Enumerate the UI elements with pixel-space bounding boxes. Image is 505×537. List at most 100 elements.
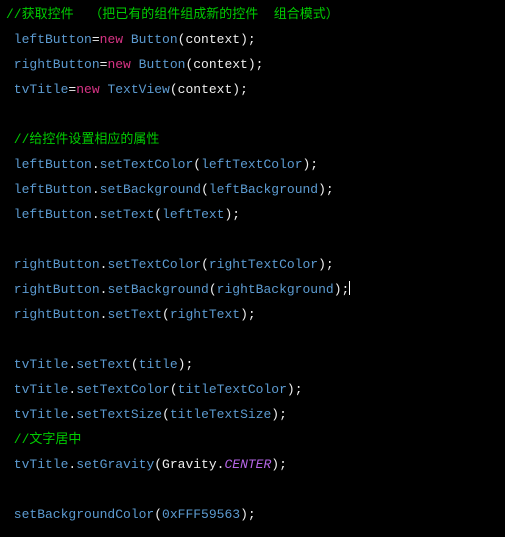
- code-token: (Gravity.: [154, 457, 224, 472]
- code-line: tvTitle.setTextColor(titleTextColor);: [6, 377, 505, 402]
- code-token: tvTitle: [6, 457, 68, 472]
- code-token: );: [271, 407, 287, 422]
- code-token: );: [287, 382, 303, 397]
- code-token: (: [209, 282, 217, 297]
- code-token: tvTitle: [6, 407, 68, 422]
- code-token: (: [131, 357, 139, 372]
- code-token: 0xFFF59563: [162, 507, 240, 522]
- code-token: //文字居中: [6, 432, 81, 447]
- code-token: leftTextColor: [201, 157, 302, 172]
- code-token: .: [92, 207, 100, 222]
- code-token: leftButton: [6, 207, 92, 222]
- code-line: setBackgroundColor(0xFFF59563);: [6, 502, 505, 527]
- code-token: (context);: [170, 82, 248, 97]
- code-line: //获取控件 （把已有的组件组成新的控件 组合模式）: [6, 2, 505, 27]
- code-token: rightButton: [6, 307, 100, 322]
- code-token: rightButton: [6, 282, 100, 297]
- code-token: );: [318, 257, 334, 272]
- code-token: rightButton: [6, 257, 100, 272]
- code-token: rightText: [170, 307, 240, 322]
- code-token: new: [107, 57, 130, 72]
- code-token: tvTitle: [6, 82, 68, 97]
- code-line: tvTitle.setText(title);: [6, 352, 505, 377]
- code-token: );: [240, 507, 256, 522]
- code-token: (: [162, 307, 170, 322]
- code-token: (: [170, 382, 178, 397]
- code-token: new: [100, 32, 123, 47]
- code-token: Button: [123, 32, 178, 47]
- code-token: [6, 107, 14, 122]
- code-line: tvTitle=new TextView(context);: [6, 77, 505, 102]
- code-token: );: [303, 157, 319, 172]
- code-token: rightTextColor: [209, 257, 318, 272]
- code-line: [6, 327, 505, 352]
- code-token: .: [92, 157, 100, 172]
- code-token: title: [139, 357, 178, 372]
- code-line: rightButton.setTextColor(rightTextColor)…: [6, 252, 505, 277]
- code-token: );: [240, 307, 256, 322]
- code-token: tvTitle: [6, 382, 68, 397]
- code-token: );: [318, 182, 334, 197]
- code-line: [6, 102, 505, 127]
- code-token: leftBackground: [209, 182, 318, 197]
- code-token: setTextColor: [107, 257, 201, 272]
- code-token: (context);: [185, 57, 263, 72]
- code-token: setText: [100, 207, 155, 222]
- code-token: [6, 332, 14, 347]
- code-line: rightButton=new Button(context);: [6, 52, 505, 77]
- code-token: new: [76, 82, 99, 97]
- code-token: );: [271, 457, 287, 472]
- code-token: titleTextSize: [170, 407, 271, 422]
- code-token: setBackground: [100, 182, 201, 197]
- code-token: (: [193, 157, 201, 172]
- code-token: );: [224, 207, 240, 222]
- code-line: leftButton.setBackground(leftBackground)…: [6, 177, 505, 202]
- code-line: [6, 227, 505, 252]
- code-token: //获取控件 （把已有的组件组成新的控件 组合模式）: [6, 7, 339, 22]
- code-token: [6, 232, 14, 247]
- code-line: //给控件设置相应的属性: [6, 127, 505, 152]
- code-token: setTextColor: [76, 382, 170, 397]
- code-token: setBackground: [107, 282, 208, 297]
- code-token: (: [154, 507, 162, 522]
- code-token: leftButton: [6, 32, 92, 47]
- code-token: setTextSize: [76, 407, 162, 422]
- code-line: tvTitle.setGravity(Gravity.CENTER);: [6, 452, 505, 477]
- code-line: //文字居中: [6, 427, 505, 452]
- code-token: setBackgroundColor: [6, 507, 154, 522]
- code-token: Button: [131, 57, 186, 72]
- code-token: setText: [76, 357, 131, 372]
- code-token: (: [154, 207, 162, 222]
- code-line: leftButton=new Button(context);: [6, 27, 505, 52]
- code-token: .: [92, 182, 100, 197]
- code-token: CENTER: [224, 457, 271, 472]
- code-token: [6, 482, 14, 497]
- code-token: );: [334, 282, 350, 297]
- code-token: //给控件设置相应的属性: [6, 132, 159, 147]
- code-token: tvTitle: [6, 357, 68, 372]
- code-token: =: [92, 32, 100, 47]
- code-line: rightButton.setBackground(rightBackgroun…: [6, 277, 505, 302]
- code-line: tvTitle.setTextSize(titleTextSize);: [6, 402, 505, 427]
- code-token: (context);: [178, 32, 256, 47]
- code-line: rightButton.setText(rightText);: [6, 302, 505, 327]
- code-token: leftButton: [6, 157, 92, 172]
- code-token: TextView: [100, 82, 170, 97]
- code-token: titleTextColor: [178, 382, 287, 397]
- code-token: leftText: [162, 207, 224, 222]
- code-line: [6, 477, 505, 502]
- code-token: (: [201, 182, 209, 197]
- code-editor[interactable]: //获取控件 （把已有的组件组成新的控件 组合模式） leftButton=ne…: [0, 0, 505, 527]
- code-token: leftButton: [6, 182, 92, 197]
- text-caret-icon: [349, 281, 350, 295]
- code-token: );: [178, 357, 194, 372]
- code-token: setText: [107, 307, 162, 322]
- code-token: rightBackground: [217, 282, 334, 297]
- code-token: (: [162, 407, 170, 422]
- code-token: (: [201, 257, 209, 272]
- code-token: rightButton: [6, 57, 100, 72]
- code-line: leftButton.setTextColor(leftTextColor);: [6, 152, 505, 177]
- code-line: leftButton.setText(leftText);: [6, 202, 505, 227]
- code-token: setGravity: [76, 457, 154, 472]
- code-token: setTextColor: [100, 157, 194, 172]
